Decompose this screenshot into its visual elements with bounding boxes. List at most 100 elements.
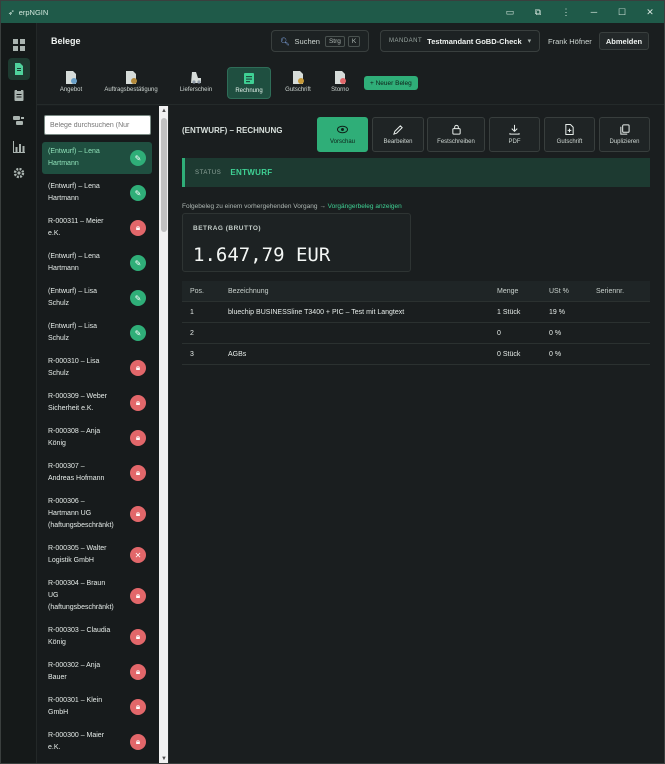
document-icon	[125, 71, 137, 84]
lock-icon: 🔒︎	[130, 699, 146, 715]
list-item-label: GmbH	[48, 709, 69, 716]
pdf-button[interactable]: PDF	[489, 117, 540, 152]
preview-button[interactable]: Vorschau	[317, 117, 368, 152]
list-item-label: R-000303 – Claudia	[48, 627, 111, 634]
list-item[interactable]: (Entwurf) – Lisa Schulz ✎	[42, 282, 152, 314]
scroll-thumb[interactable]	[161, 118, 167, 232]
scroll-up-icon[interactable]: ▲	[159, 106, 168, 116]
list-item[interactable]: R-000311 – Meier e.K. 🔒︎	[42, 212, 152, 244]
close-button[interactable]: ✕	[636, 7, 664, 18]
list-item[interactable]: R-000302 – Anja Bauer 🔒︎	[42, 656, 152, 688]
positions-table: Pos. Bezeichnung Menge USt % Seriennr. 1…	[182, 281, 650, 365]
clipboard-icon[interactable]	[8, 84, 30, 106]
list-item-label: (Entwurf) – Lena	[48, 253, 100, 260]
pencil-icon: ✎	[130, 255, 146, 271]
list-item[interactable]: (Entwurf) – Lisa Schulz ✎	[42, 317, 152, 349]
list-item[interactable]: R-000300 – Maier e.K. 🔒︎	[42, 726, 152, 758]
list-item-label: Hartmann	[48, 265, 79, 272]
status-badge: ENTWURF	[230, 168, 273, 177]
cancel-icon: ✕	[130, 547, 146, 563]
cell-description: AGBs	[228, 351, 247, 358]
list-item-label: (Entwurf) – Lena	[48, 183, 100, 190]
list-item-label: Logistik GmbH	[48, 557, 94, 564]
list-item-label: R-000300 – Maier	[48, 732, 105, 739]
edit-button[interactable]: Bearbeiten	[372, 117, 424, 152]
puzzle-icon[interactable]: ⧉	[524, 7, 552, 18]
list-item[interactable]: R-000305 – Walter Logistik GmbH ✕	[42, 539, 152, 571]
mandant-select[interactable]: MANDANT Testmandant GoBD-Check ▾	[380, 30, 540, 52]
list-item-label: Schulz	[48, 300, 70, 307]
search-icon: 🔍︎	[280, 36, 290, 46]
credit-note-button[interactable]: Gutschrift	[544, 117, 595, 152]
finalize-button[interactable]: Festschreiben	[427, 117, 485, 152]
doc-type-auftragsbestaetigung[interactable]: Auftragsbestätigung	[99, 67, 163, 99]
doc-type-rechnung[interactable]: Rechnung	[227, 67, 271, 99]
list-item[interactable]: R-000308 – Anja König 🔒︎	[42, 422, 152, 454]
pencil-icon: ✎	[130, 150, 146, 166]
list-item-label: R-000310 – Lisa	[48, 358, 100, 365]
list-item[interactable]: (Entwurf) – Lena Hartmann ✎	[42, 247, 152, 279]
duplicate-button[interactable]: Duplizieren	[599, 117, 650, 152]
app-logo-icon: ➶	[8, 7, 15, 17]
doc-type-lieferschein[interactable]: Lieferschein	[176, 67, 216, 99]
lock-icon: 🔒︎	[130, 588, 146, 604]
column-header-description: Bezeichnung	[228, 288, 269, 295]
list-search-input[interactable]	[44, 115, 151, 135]
pencil-icon: ✎	[130, 185, 146, 201]
document-icon[interactable]	[8, 58, 30, 80]
more-icon[interactable]: ⋮	[552, 7, 580, 18]
maximize-button[interactable]: ☐	[608, 7, 636, 18]
cell-pos: 1	[190, 309, 194, 316]
list-item[interactable]: R-000307 – Andreas Hofmann 🔒︎	[42, 457, 152, 489]
chart-icon[interactable]	[8, 136, 30, 158]
table-row[interactable]: 2 0 0 %	[182, 323, 650, 344]
logout-button[interactable]: Abmelden	[599, 32, 649, 50]
list-item[interactable]: (Entwurf) – Lena Hartmann ✎	[42, 142, 152, 174]
list-item-label: (Entwurf) – Lisa	[48, 323, 98, 330]
doc-type-label: Storno	[331, 87, 349, 93]
doc-type-storno[interactable]: Storno	[325, 67, 355, 99]
copy-icon	[620, 124, 630, 135]
list-item-label: Schulz	[48, 370, 70, 377]
table-row[interactable]: 1 bluechip BUSINESSline T3400 + PIC – Te…	[182, 302, 650, 323]
list-item-label: König	[48, 639, 66, 646]
list-scrollbar[interactable]: ▲ ▼	[159, 106, 168, 763]
list-item-label: Andreas Hofmann	[48, 475, 105, 482]
minimize-button[interactable]: ─	[580, 7, 608, 17]
truck-icon	[190, 71, 202, 84]
list-item[interactable]: R-000303 – Claudia König 🔒︎	[42, 621, 152, 653]
invoice-icon	[243, 72, 255, 85]
list-item[interactable]: R-000309 – Weber Sicherheit e.K. 🔒︎	[42, 387, 152, 419]
doc-type-angebot[interactable]: Angebot	[54, 67, 88, 99]
list-item[interactable]: R-000310 – Lisa Schulz 🔒︎	[42, 352, 152, 384]
file-plus-icon	[565, 124, 574, 135]
list-item[interactable]: R-000304 – Braun UG (haftungsbeschränkt) 🔒︎	[42, 574, 152, 618]
edit-label: Bearbeiten	[383, 139, 413, 145]
pdf-label: PDF	[508, 139, 521, 145]
list-item-label: R-000309 – Weber	[48, 393, 108, 400]
duplicate-label: Duplizieren	[609, 139, 640, 145]
mandant-label: MANDANT	[389, 38, 423, 44]
table-row[interactable]: 3 AGBs 0 Stück 0 %	[182, 344, 650, 365]
scroll-down-icon[interactable]: ▼	[159, 754, 168, 763]
followup-note: Folgebeleg zu einem vorhergehenden Vorga…	[182, 203, 402, 210]
tablet-icon[interactable]: ▭	[496, 7, 524, 18]
list-item[interactable]: (Entwurf) – Lena Hartmann ✎	[42, 177, 152, 209]
amount-card: BETRAG (BRUTTO) 1.647,79 EUR	[182, 213, 411, 272]
cell-description: bluechip BUSINESSline T3400 + PIC – Test…	[228, 309, 405, 316]
doc-type-label: Lieferschein	[179, 87, 213, 93]
doc-type-gutschrift[interactable]: Gutschrift	[281, 67, 315, 99]
lock-icon: 🔒︎	[130, 629, 146, 645]
global-search-button[interactable]: 🔍︎ Suchen Strg K	[271, 30, 369, 52]
dashboard-icon[interactable]	[8, 34, 30, 56]
database-icon[interactable]	[8, 110, 30, 132]
list-item[interactable]: R-000306 – Hartmann UG (haftungsbeschränkt…	[42, 492, 152, 536]
list-item[interactable]: R-000301 – Klein GmbH 🔒︎	[42, 691, 152, 723]
new-document-button[interactable]: + Neuer Beleg	[364, 76, 418, 90]
predecessor-link[interactable]: Vorgängerbeleg anzeigen	[328, 203, 402, 210]
lock-icon	[451, 124, 461, 135]
cell-quantity: 0 Stück	[497, 351, 521, 358]
gear-icon[interactable]	[8, 162, 30, 184]
lock-icon: 🔒︎	[130, 664, 146, 680]
list-item-label: Hartmann	[48, 195, 79, 202]
